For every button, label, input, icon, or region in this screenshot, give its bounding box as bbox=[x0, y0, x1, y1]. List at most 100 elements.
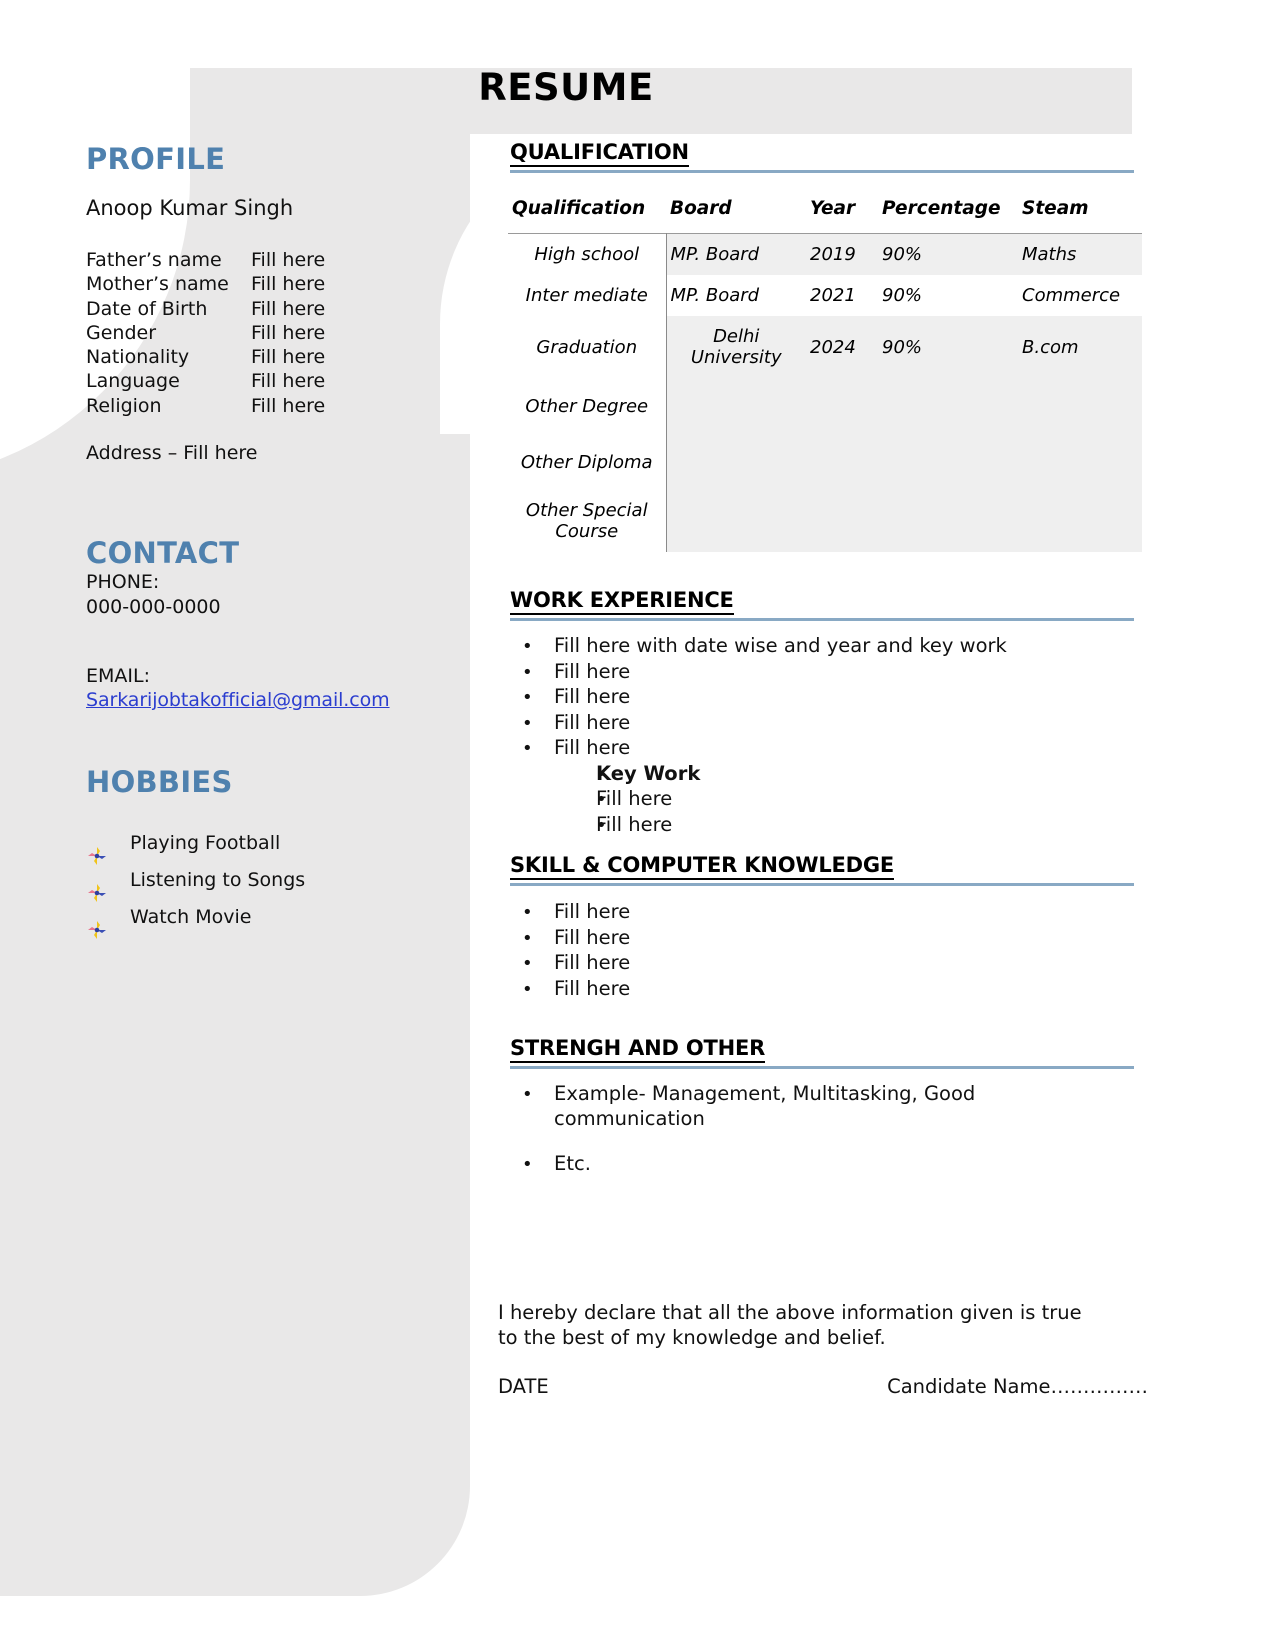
email-link[interactable]: Sarkarijobtakofficial@gmail.com bbox=[86, 689, 390, 711]
column-header: Percentage bbox=[882, 198, 1001, 219]
skills-list: Fill here Fill here Fill here Fill here bbox=[498, 900, 1138, 1002]
list-item: Fill here bbox=[498, 736, 1138, 762]
list-item: Watch Movie bbox=[86, 903, 446, 940]
cell-board: Delhi University bbox=[666, 316, 806, 378]
list-item: Playing Football bbox=[86, 829, 446, 866]
date-label: DATE bbox=[498, 1375, 549, 1398]
bullet-icon bbox=[498, 977, 554, 1003]
profile-field-value: Fill here bbox=[251, 297, 326, 320]
pinwheel-bullet-icon bbox=[86, 880, 108, 902]
list-item: Fill here with date wise and year and ke… bbox=[498, 634, 1138, 660]
qualification-section-header: QUALIFICATION bbox=[510, 140, 1134, 173]
list-item: Fill here bbox=[498, 977, 1138, 1003]
contact-spacer bbox=[86, 620, 446, 664]
profile-heading: PROFILE bbox=[86, 142, 226, 176]
cell-qualification: Other Diploma bbox=[508, 434, 667, 490]
cell-year bbox=[806, 378, 878, 434]
strength-heading: STRENGH AND OTHER bbox=[510, 1036, 765, 1063]
cell-board bbox=[666, 378, 806, 434]
pinwheel-bullet-icon bbox=[86, 843, 108, 865]
profile-field-label: Nationality bbox=[86, 346, 190, 369]
list-item-label: Etc. bbox=[554, 1152, 591, 1175]
sub-list-item: Fill here bbox=[498, 787, 1138, 813]
list-item-label: Fill here bbox=[554, 659, 631, 683]
cell-board: MP. Board bbox=[666, 233, 806, 275]
sub-list-item: Key Work bbox=[498, 762, 1138, 788]
cell-steam: Commerce bbox=[1018, 275, 1142, 316]
list-item-label: Fill here bbox=[554, 900, 631, 923]
bullet-icon bbox=[498, 787, 596, 813]
qualification-table: Qualification Board Year Percentage Stea… bbox=[508, 192, 1142, 552]
profile-field-row: Mother’s name Fill here bbox=[86, 272, 446, 296]
list-item-label: Example- Management, Multitasking, Good … bbox=[554, 1082, 976, 1130]
bullet-icon bbox=[498, 1082, 554, 1131]
bullet-icon bbox=[498, 762, 596, 788]
list-item: Etc. bbox=[498, 1152, 1058, 1178]
list-item: Example- Management, Multitasking, Good … bbox=[498, 1082, 1058, 1131]
profile-field-value: Fill here bbox=[251, 394, 326, 417]
strength-list: Example- Management, Multitasking, Good … bbox=[498, 1082, 1058, 1178]
cell-board bbox=[666, 490, 806, 552]
bullet-icon bbox=[498, 711, 554, 737]
list-item: Listening to Songs bbox=[86, 866, 446, 903]
cell-percentage bbox=[878, 378, 1018, 434]
table-row: High school MP. Board 2019 90% Maths bbox=[508, 233, 1142, 275]
cell-year: 2019 bbox=[806, 233, 878, 275]
profile-field-label: Date of Birth bbox=[86, 297, 208, 320]
sidebar-content: PROFILE Anoop Kumar Singh Father’s name … bbox=[0, 68, 470, 1596]
list-item: Fill here bbox=[498, 951, 1138, 977]
bullet-icon bbox=[498, 685, 554, 711]
contact-heading: CONTACT bbox=[86, 536, 240, 571]
profile-field-row: Date of Birth Fill here bbox=[86, 297, 446, 321]
list-item-label: Fill here bbox=[554, 925, 631, 949]
table-row: Graduation Delhi University 2024 90% B.c… bbox=[508, 316, 1142, 378]
profile-field-row: Gender Fill here bbox=[86, 321, 446, 345]
table-row: Other Special Course bbox=[508, 490, 1142, 552]
pinwheel-bullet-icon bbox=[86, 917, 108, 939]
section-rule bbox=[510, 883, 1134, 886]
cell-year: 2024 bbox=[806, 316, 878, 378]
hobbies-list: Playing Football Listening to Songs Watc… bbox=[86, 829, 446, 940]
cell-year: 2021 bbox=[806, 275, 878, 316]
bullet-icon bbox=[498, 1152, 554, 1178]
sub-list-item: Fill here bbox=[498, 813, 1138, 839]
phone-value: 000-000-0000 bbox=[86, 596, 221, 619]
section-rule bbox=[510, 170, 1134, 173]
cell-percentage bbox=[878, 434, 1018, 490]
profile-field-value: Fill here bbox=[251, 370, 326, 393]
column-header: Qualification bbox=[512, 198, 646, 219]
profile-field-label: Religion bbox=[86, 394, 162, 417]
profile-field-value: Fill here bbox=[251, 273, 326, 296]
profile-field-value: Fill here bbox=[251, 249, 326, 271]
table-row: Inter mediate MP. Board 2021 90% Commerc… bbox=[508, 275, 1142, 316]
sub-list-item-label: Fill here bbox=[596, 787, 673, 810]
profile-field-label: Father’s name bbox=[86, 249, 222, 271]
candidate-name-label: Candidate Name…………… bbox=[887, 1375, 1148, 1398]
phone-label: PHONE: bbox=[86, 571, 160, 594]
cell-qualification: Inter mediate bbox=[508, 275, 667, 316]
column-header: Year bbox=[810, 198, 856, 219]
list-item-label: Fill here bbox=[554, 736, 631, 759]
work-experience-section-header: WORK EXPERIENCE bbox=[510, 588, 1134, 621]
profile-field-value: Fill here bbox=[251, 346, 326, 369]
bullet-icon bbox=[498, 813, 596, 839]
list-item: Fill here bbox=[498, 711, 1138, 737]
cell-qualification: Graduation bbox=[508, 316, 667, 378]
hobby-label: Playing Football bbox=[130, 832, 281, 855]
page-title: RESUME bbox=[478, 66, 654, 109]
signature-row: DATE Candidate Name…………… bbox=[498, 1375, 1148, 1398]
column-header: Steam bbox=[1022, 198, 1089, 219]
hobby-label: Listening to Songs bbox=[130, 869, 306, 892]
profile-field-label: Language bbox=[86, 370, 180, 393]
cell-steam: Maths bbox=[1018, 233, 1142, 275]
list-item-label: Fill here bbox=[554, 976, 631, 1000]
table-row: Other Degree bbox=[508, 378, 1142, 434]
table-row: Other Diploma bbox=[508, 434, 1142, 490]
strength-section-header: STRENGH AND OTHER bbox=[510, 1036, 1134, 1069]
section-rule bbox=[510, 1066, 1134, 1069]
profile-field-row: Language Fill here bbox=[86, 369, 446, 393]
column-header: Board bbox=[670, 198, 732, 219]
sub-list-item-label: Fill here bbox=[596, 812, 673, 836]
profile-field-row: Nationality Fill here bbox=[86, 345, 446, 369]
cell-year bbox=[806, 490, 878, 552]
